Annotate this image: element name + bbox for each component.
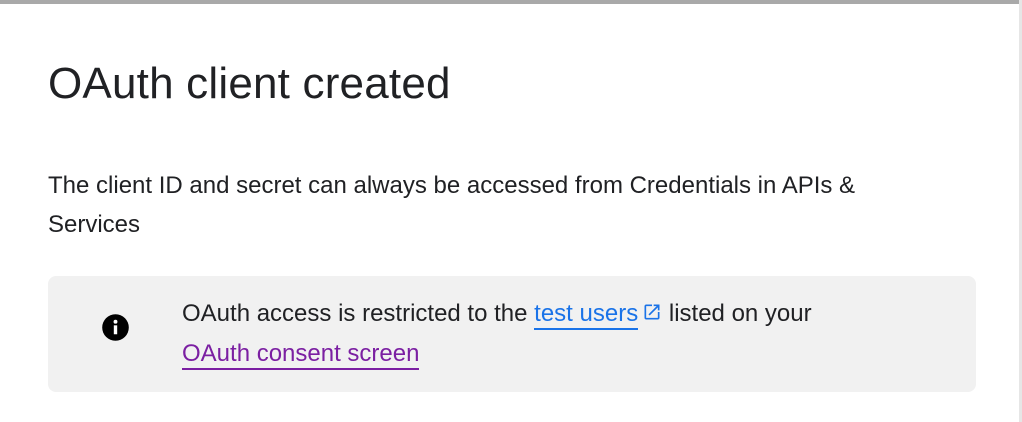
oauth-consent-screen-link-label: OAuth consent screen — [182, 340, 420, 367]
dialog-top-border — [0, 0, 1022, 4]
notice-text-after: listed on your — [662, 300, 812, 327]
external-link-icon[interactable] — [642, 302, 662, 322]
dialog-title: OAuth client created — [48, 59, 451, 108]
oauth-dialog: OAuth client created The client ID and s… — [0, 0, 1022, 422]
info-notice-text: OAuth access is restricted to the test u… — [182, 294, 942, 374]
info-icon — [102, 314, 129, 341]
oauth-consent-screen-link[interactable]: OAuth consent screen — [182, 340, 420, 370]
test-users-link-label: test users — [534, 300, 639, 327]
notice-text-before: OAuth access is restricted to the — [182, 300, 535, 327]
dialog-description: The client ID and secret can always be a… — [48, 172, 856, 238]
test-users-link[interactable]: test users — [534, 300, 639, 330]
